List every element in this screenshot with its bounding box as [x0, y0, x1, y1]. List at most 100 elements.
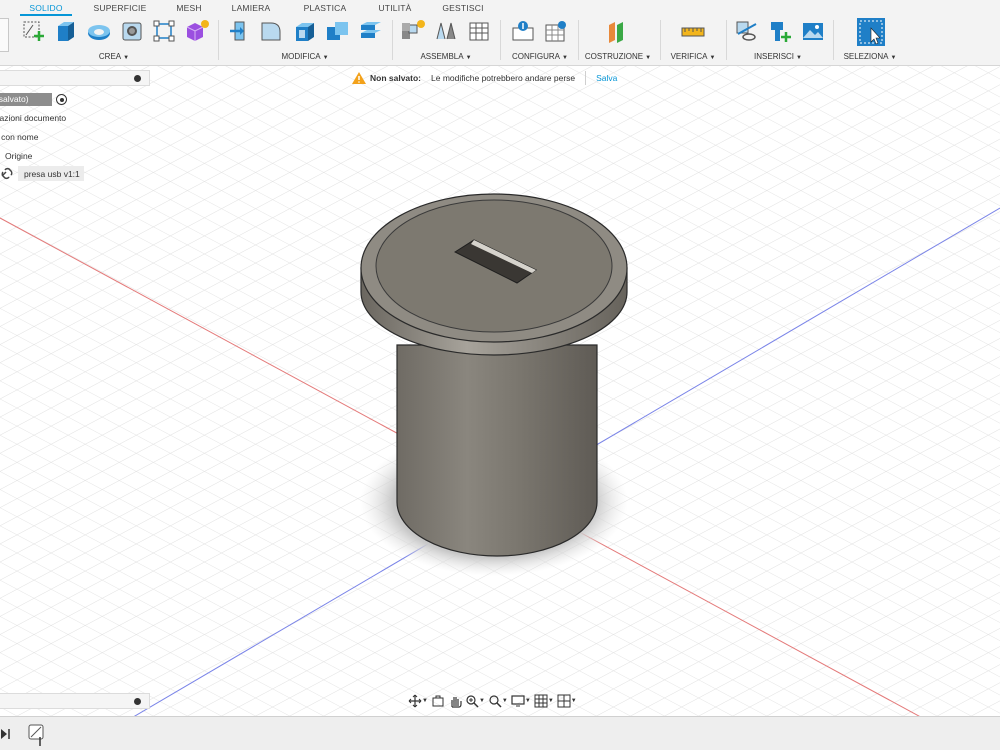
- seleziona-menu[interactable]: SELEZIONA ▼: [838, 52, 902, 61]
- ruler-icon: [681, 27, 705, 37]
- create-form-button[interactable]: [184, 18, 210, 44]
- new-component-button[interactable]: [400, 18, 426, 44]
- tab-plastica[interactable]: PLASTICA: [300, 0, 350, 16]
- tab-solido[interactable]: SOLIDO: [20, 0, 72, 16]
- layout-icon: [557, 694, 571, 708]
- caret-icon: ▼: [890, 55, 897, 61]
- caret-icon: ▼: [322, 55, 329, 61]
- assembla-menu[interactable]: ASSEMBLA ▼: [416, 52, 476, 61]
- caret-icon: ▼: [562, 55, 568, 61]
- joint-button[interactable]: [433, 18, 459, 44]
- fillet-icon: [261, 22, 281, 41]
- configura-menu[interactable]: CONFIGURA ▼: [508, 52, 572, 61]
- fillet-button[interactable]: [259, 18, 285, 44]
- tab-mesh[interactable]: MESH: [170, 0, 208, 16]
- verifica-menu[interactable]: VERIFICA ▼: [666, 52, 720, 61]
- zoom-button[interactable]: ▼: [465, 693, 485, 709]
- configure-table-button[interactable]: [543, 18, 569, 44]
- inserisci-label: INSERISCI: [754, 52, 795, 61]
- insert-mcmaster-button[interactable]: [767, 18, 793, 44]
- browser-item-settings[interactable]: Impostazioni documento: [0, 110, 66, 126]
- zoom-icon: [466, 695, 479, 708]
- inserisci-menu[interactable]: INSERISCI ▼: [748, 52, 808, 61]
- browser-item-label: Viste con nome: [0, 132, 39, 142]
- combine-icon: [327, 22, 348, 40]
- grid-icon: [534, 694, 548, 708]
- fit-button[interactable]: ▼: [488, 693, 508, 709]
- create-sketch-button[interactable]: [20, 18, 46, 44]
- cylinder-body: [396, 344, 598, 557]
- select-button[interactable]: [856, 17, 886, 47]
- crea-menu[interactable]: CREA ▼: [86, 52, 142, 61]
- browser-item-origin[interactable]: Origine: [5, 148, 32, 164]
- notification-message: Le modifiche potrebbero andare perse: [431, 73, 576, 83]
- play-icon[interactable]: [0, 727, 12, 741]
- active-radio-icon[interactable]: [56, 94, 67, 105]
- sketch-feature-icon[interactable]: [26, 723, 48, 747]
- configura-label: CONFIGURA: [512, 52, 561, 61]
- 3d-viewport[interactable]: [0, 66, 1000, 716]
- tab-superficie[interactable]: SUPERFICIE: [92, 0, 148, 16]
- browser-item-named-views[interactable]: Viste con nome: [0, 129, 38, 145]
- comments-panel-header[interactable]: [0, 693, 150, 709]
- separator: [726, 20, 727, 60]
- costruzione-menu[interactable]: COSTRUZIONE ▼: [582, 52, 654, 61]
- notification-title: Non salvato:: [370, 73, 422, 83]
- caret-icon: ▼: [123, 55, 130, 61]
- browser-header[interactable]: [0, 70, 150, 86]
- unsaved-notification: Non salvato: Le modifiche potrebbero and…: [352, 68, 642, 88]
- panel-options-icon[interactable]: [134, 75, 141, 82]
- browser-item-label: presa usb v1:1: [24, 169, 80, 179]
- offset-plane-icon: [609, 22, 623, 43]
- divider: [585, 71, 587, 85]
- new-component-icon: [402, 20, 425, 39]
- sweep-button[interactable]: [86, 18, 112, 44]
- separator: [578, 20, 579, 60]
- timeline: [0, 716, 1000, 750]
- press-pull-button[interactable]: [227, 18, 253, 44]
- modifica-label: MODIFICA: [281, 52, 321, 61]
- measure-button[interactable]: [680, 18, 706, 44]
- combine-button[interactable]: [325, 18, 351, 44]
- hole-button[interactable]: [119, 18, 145, 44]
- insert-derive-button[interactable]: [734, 18, 760, 44]
- display-settings-button[interactable]: ▼: [511, 693, 531, 709]
- monitor-icon: [511, 695, 525, 707]
- link-icon: [736, 21, 757, 41]
- modifica-menu[interactable]: MODIFICA ▼: [270, 52, 340, 61]
- browser-item-component[interactable]: presa usb v1:1: [24, 166, 80, 182]
- grid-settings-button[interactable]: ▼: [534, 693, 554, 709]
- look-at-button[interactable]: [431, 693, 445, 709]
- pattern-button[interactable]: [151, 18, 177, 44]
- align-icon: [361, 22, 381, 38]
- tab-utilita[interactable]: UTILITÀ: [372, 0, 418, 16]
- joint-icon: [436, 22, 456, 40]
- extrude-button[interactable]: [52, 18, 78, 44]
- insert-canvas-button[interactable]: [800, 18, 826, 44]
- hole-icon: [122, 22, 142, 41]
- as-built-joint-button[interactable]: [466, 18, 492, 44]
- crea-label: CREA: [98, 52, 122, 61]
- pattern-icon: [153, 20, 175, 42]
- separator: [660, 20, 661, 60]
- pan-button[interactable]: [448, 693, 462, 709]
- align-button[interactable]: [358, 18, 384, 44]
- verifica-label: VERIFICA: [670, 52, 708, 61]
- workspace-tabs: SOLIDO SUPERFICIE MESH LAMIERA PLASTICA …: [0, 0, 1000, 16]
- separator: [833, 20, 834, 60]
- configure-button[interactable]: [510, 18, 536, 44]
- assembla-label: ASSEMBLA: [420, 52, 464, 61]
- caret-icon: ▼: [796, 55, 802, 61]
- shell-button[interactable]: [292, 18, 318, 44]
- tab-lamiera[interactable]: LAMIERA: [228, 0, 274, 16]
- sweep-icon: [88, 25, 110, 40]
- offset-plane-button[interactable]: [605, 18, 631, 44]
- panel-options-icon[interactable]: [134, 698, 141, 705]
- tab-gestisci[interactable]: GESTISCI: [438, 0, 488, 16]
- orbit-button[interactable]: ▼: [408, 693, 428, 709]
- design-menu-button[interactable]: [0, 18, 9, 52]
- save-link[interactable]: Salva: [596, 73, 617, 83]
- link-icon: [1, 167, 13, 180]
- viewports-button[interactable]: ▼: [557, 693, 577, 709]
- root-document-node[interactable]: (Non salvato): [0, 93, 52, 106]
